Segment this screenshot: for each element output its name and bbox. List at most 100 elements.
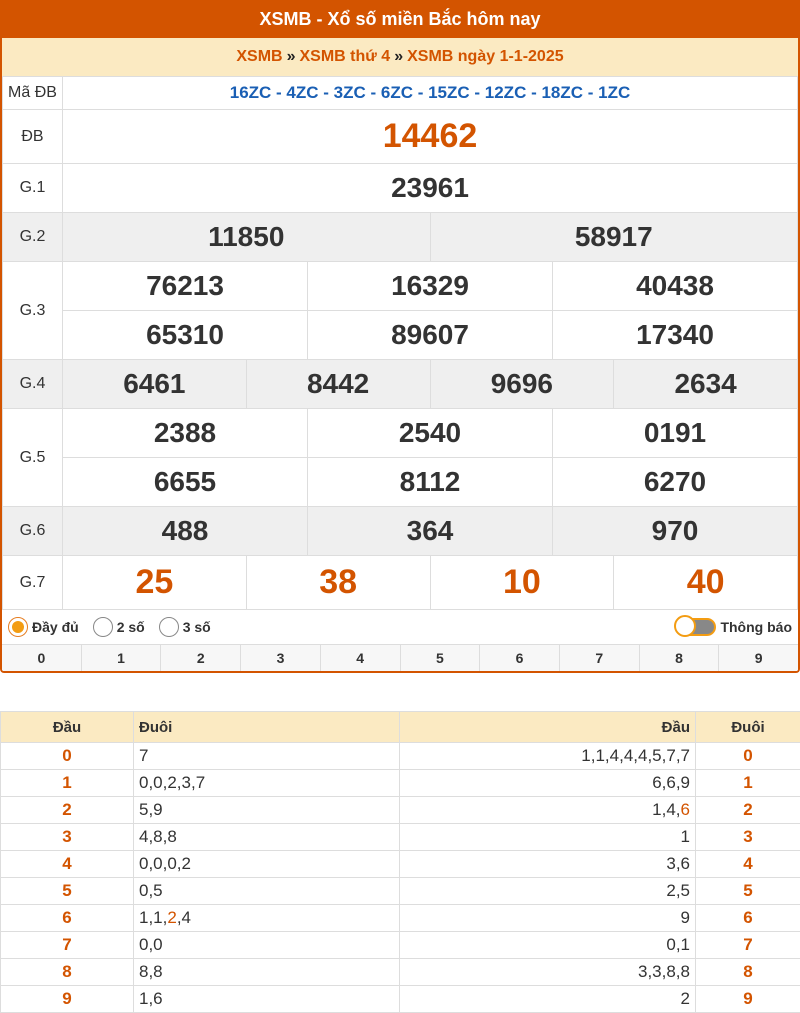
digit-filter-6[interactable]: 6	[480, 645, 560, 671]
loto-table: Đầu Đuôi Đầu Đuôi 0 7 1,1,4,4,4,5,7,7 0 1 0,0…	[0, 711, 800, 1013]
digit-filter-8[interactable]: 8	[639, 645, 720, 671]
dau-values: 2	[399, 985, 696, 1013]
prize-row-g5: G.5 2388 2540 0191	[2, 408, 798, 507]
digit-filter-3[interactable]: 3	[241, 645, 321, 671]
dau-digit: 4	[0, 850, 134, 878]
radio-2-digits[interactable]: 2 số	[92, 617, 145, 637]
prize-number: 17340	[552, 310, 798, 360]
dau-values: 1	[399, 823, 696, 851]
radio-3-digits[interactable]: 3 số	[158, 617, 211, 637]
duoi-digit: 4	[695, 850, 800, 878]
duoi-values: 8,8	[133, 958, 400, 986]
dau-digit: 5	[0, 877, 134, 905]
radio-label: Đầy đủ	[32, 619, 79, 635]
digit-list: 0,0,2,3,7	[139, 773, 206, 792]
toggle-label: Thông báo	[720, 619, 792, 635]
radio-unchecked-icon	[92, 617, 113, 637]
digit-list: 5,9	[139, 800, 163, 819]
digit-list: 0,5	[139, 881, 163, 900]
radio-label: 2 số	[116, 619, 145, 635]
prize-number: 40438	[552, 261, 798, 311]
duoi-values: 1,1,2,4	[133, 904, 400, 932]
breadcrumb-link-xsmb[interactable]: XSMB	[236, 48, 282, 65]
dau-digit: 2	[0, 796, 134, 824]
dau-digit: 1	[0, 769, 134, 797]
loto-row: 7 0,0 0,1 7	[0, 931, 800, 959]
digit-list: 2,5	[666, 881, 690, 900]
prize-number: 2540	[307, 408, 553, 458]
prize-number: 89607	[307, 310, 553, 360]
prize-number: 11850	[62, 212, 431, 262]
digit-list: 8,8	[139, 962, 163, 981]
column-header-dau: Đầu	[399, 711, 696, 743]
prize-number: 58917	[429, 212, 798, 262]
digit-filter-0[interactable]: 0	[2, 645, 82, 671]
column-header-dau: Đầu	[0, 711, 134, 743]
digit-list: 1,6	[139, 989, 163, 1008]
digit-list: 1,1,	[139, 908, 168, 927]
duoi-values: 5,9	[133, 796, 400, 824]
duoi-values: 7	[133, 742, 400, 770]
prize-number: 16329	[307, 261, 553, 311]
column-header-duoi: Đuôi	[133, 711, 400, 743]
duoi-digit: 5	[695, 877, 800, 905]
breadcrumb-link-weekday[interactable]: XSMB thứ 4	[300, 48, 391, 65]
breadcrumb-link-date[interactable]: XSMB ngày 1-1-2025	[407, 48, 564, 65]
duoi-digit: 9	[695, 985, 800, 1013]
dau-digit: 8	[0, 958, 134, 986]
digit-filter-1[interactable]: 1	[81, 645, 162, 671]
duoi-values: 0,0,2,3,7	[133, 769, 400, 797]
breadcrumb-separator: »	[394, 48, 404, 65]
column-header-duoi: Đuôi	[695, 711, 800, 743]
digit-filter-9[interactable]: 9	[719, 645, 798, 671]
loto-header-row: Đầu Đuôi Đầu Đuôi	[0, 711, 800, 743]
prize-row-g5: 6655 8112 6270	[3, 457, 798, 507]
loto-row: 2 5,9 1,4,6 2	[0, 796, 800, 824]
prize-number-db: 14462	[62, 109, 798, 164]
radio-unchecked-icon	[158, 617, 179, 637]
dau-values: 3,6	[399, 850, 696, 878]
prize-table: Mã ĐB 16ZC - 4ZC - 3ZC - 6ZC - 15ZC - 12…	[2, 76, 798, 610]
prize-number: 6270	[552, 457, 798, 507]
loto-row: 5 0,5 2,5 5	[0, 877, 800, 905]
page-title: XSMB - Xổ số miền Bắc hôm nay	[2, 0, 798, 38]
digit-list: 0,0	[139, 935, 163, 954]
prize-label: G.4	[2, 359, 63, 409]
digit-filter-5[interactable]: 5	[400, 645, 481, 671]
dau-digit: 3	[0, 823, 134, 851]
result-box: XSMB - Xổ số miền Bắc hôm nay XSMB » XSMB …	[0, 0, 800, 673]
dau-values: 9	[399, 904, 696, 932]
digit-filter-bar: 0 1 2 3 4 5 6 7 8 9	[2, 645, 798, 671]
prize-row-g6: G.6 488 364 970	[2, 506, 798, 556]
digit-filter-2[interactable]: 2	[161, 645, 242, 671]
prize-number: 970	[552, 506, 798, 556]
duoi-digit: 1	[695, 769, 800, 797]
digit-list: 4,8,8	[139, 827, 177, 846]
digit-list: 9	[680, 908, 690, 927]
digit-list: 3,3,8,8	[638, 962, 690, 981]
dau-values: 1,4,6	[399, 796, 696, 824]
digit-filter-4[interactable]: 4	[320, 645, 401, 671]
display-controls: Đầy đủ 2 số 3 số Thông báo	[2, 610, 798, 645]
duoi-values: 0,0	[133, 931, 400, 959]
dau-values: 3,3,8,8	[399, 958, 696, 986]
radio-full[interactable]: Đầy đủ	[8, 617, 79, 637]
digit-filter-7[interactable]: 7	[559, 645, 640, 671]
duoi-values: 1,6	[133, 985, 400, 1013]
dau-values: 2,5	[399, 877, 696, 905]
prize-number: 8112	[307, 457, 553, 507]
prize-number: 2634	[613, 359, 798, 409]
prize-row-g2: G.2 11850 58917	[2, 212, 798, 262]
prize-row-db: ĐB 14462	[2, 109, 798, 164]
prize-number: 9696	[429, 359, 615, 409]
notification-toggle[interactable]: Thông báo	[674, 615, 792, 637]
duoi-digit: 2	[695, 796, 800, 824]
dau-values: 1,1,4,4,4,5,7,7	[399, 742, 696, 770]
highlighted-digit: 6	[680, 800, 690, 819]
duoi-digit: 7	[695, 931, 800, 959]
loto-row: 6 1,1,2,4 9 6	[0, 904, 800, 932]
loto-row: 9 1,6 2 9	[0, 985, 800, 1013]
digit-list: 0,0,0,2	[139, 854, 191, 873]
prize-row-g1: G.1 23961	[2, 163, 798, 213]
prize-number-g7: 40	[613, 555, 798, 610]
